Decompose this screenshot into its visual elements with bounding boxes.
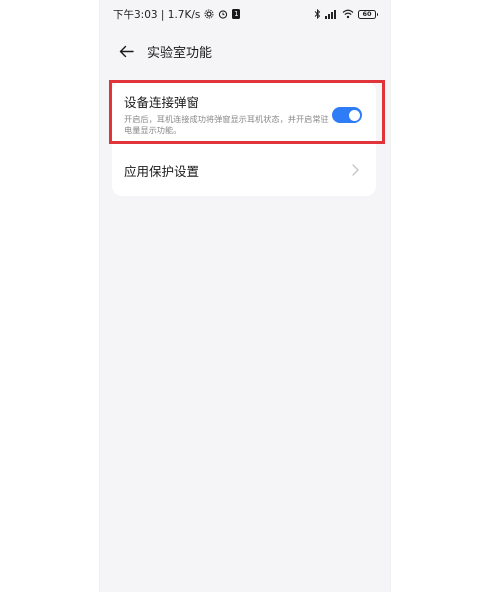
device-popup-description: 开启后，耳机连接成功将弹窗显示耳机状态，并开启常驻电量显示功能。 <box>124 114 329 135</box>
page-title: 实验室功能 <box>147 45 213 61</box>
settings-card: 设备连接弹窗 开启后，耳机连接成功将弹窗显示耳机状态，并开启常驻电量显示功能。 … <box>109 80 385 196</box>
status-time-speed: 下午3:03 | 1.7K/s <box>113 8 201 21</box>
sim-icon: 1 <box>232 9 241 19</box>
device-popup-toggle[interactable] <box>332 107 362 123</box>
status-bar: 下午3:03 | 1.7K/s 1 60 <box>100 0 390 28</box>
status-left: 下午3:03 | 1.7K/s 1 <box>113 7 241 22</box>
bluetooth-icon <box>314 9 321 19</box>
battery-icon: 60 <box>358 9 378 19</box>
signal-icon <box>325 9 338 19</box>
chevron-right-icon <box>350 164 360 176</box>
alarm-icon <box>218 9 228 19</box>
app-protection-label: 应用保护设置 <box>124 163 200 179</box>
app-protection-row[interactable]: 应用保护设置 <box>112 144 376 196</box>
status-right: 60 <box>314 9 378 19</box>
settings-icon <box>204 9 214 19</box>
device-popup-row[interactable]: 设备连接弹窗 开启后，耳机连接成功将弹窗显示耳机状态，并开启常驻电量显示功能。 <box>109 80 385 144</box>
arrow-left-icon[interactable] <box>118 43 134 59</box>
phone-screen: 下午3:03 | 1.7K/s 1 60 实验室功能 设备连接弹窗 开启后，耳机… <box>100 0 390 592</box>
toggle-knob <box>348 109 360 121</box>
wifi-icon <box>342 9 354 19</box>
header: 实验室功能 <box>100 40 390 62</box>
